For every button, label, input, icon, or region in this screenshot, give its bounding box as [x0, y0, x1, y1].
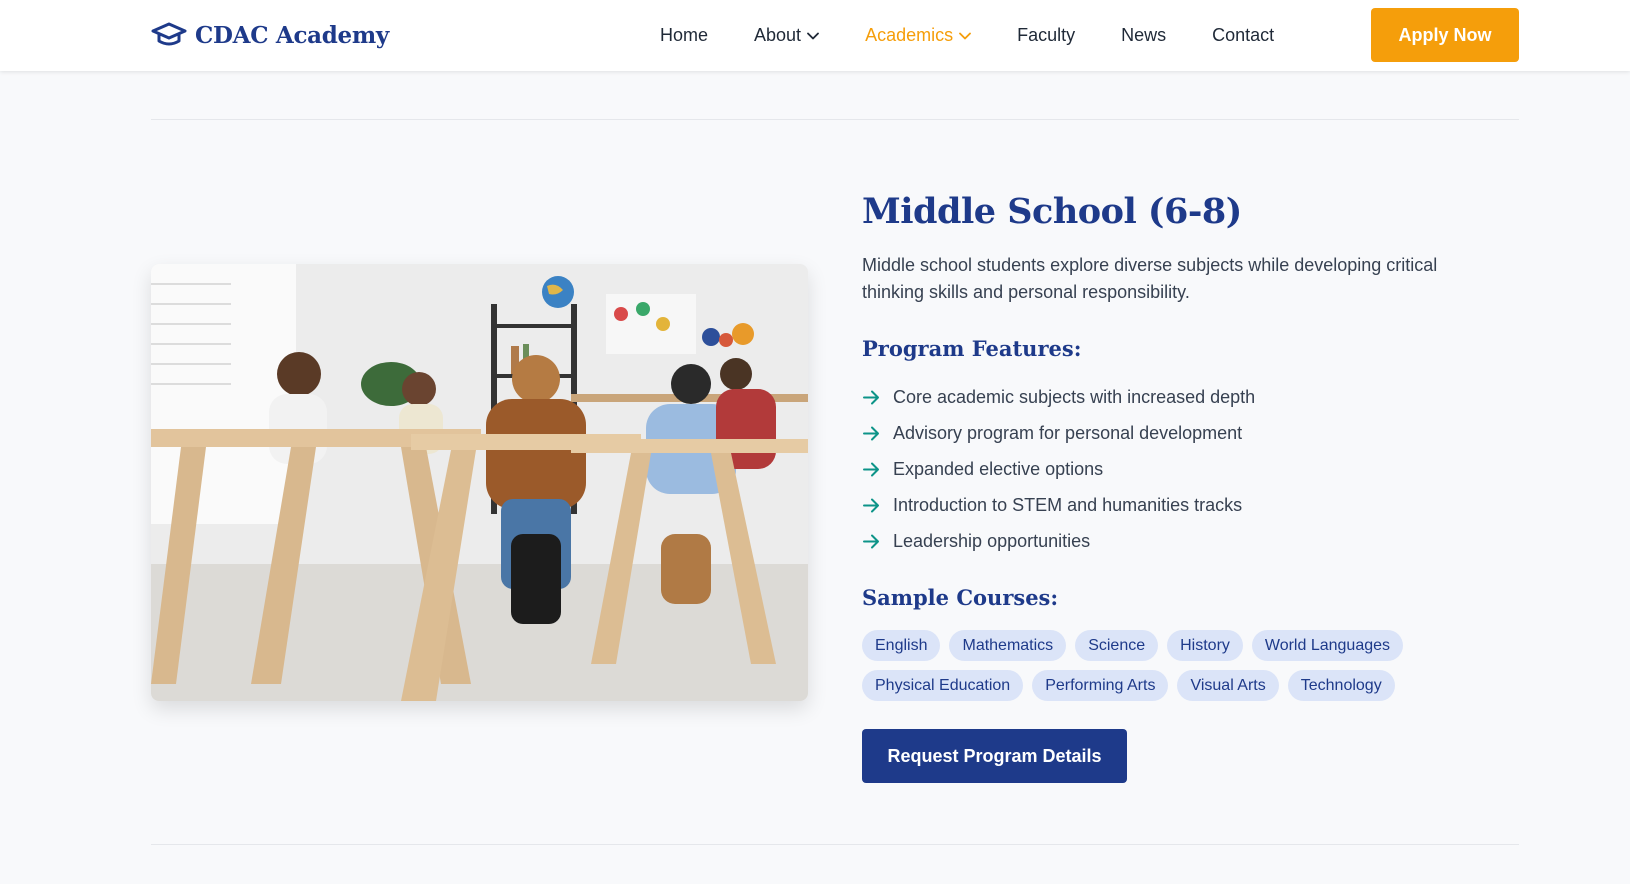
nav-link-label: About [754, 25, 802, 45]
feature-item: Leadership opportunities [862, 523, 1502, 559]
arrow-right-icon [863, 426, 879, 440]
top-divider [151, 119, 1519, 120]
bottom-divider [151, 844, 1519, 845]
nav-link-label: Academics [865, 25, 954, 45]
feature-item: Advisory program for personal developmen… [862, 415, 1502, 451]
course-chip[interactable]: Visual Arts [1177, 670, 1279, 701]
course-chips: English Mathematics Science History World La… [862, 630, 1462, 710]
feature-item: Core academic subjects with increased de… [862, 379, 1502, 415]
course-chip[interactable]: Science [1075, 630, 1159, 661]
course-chip[interactable]: English [862, 630, 941, 661]
course-chip[interactable]: Performing Arts [1032, 670, 1169, 701]
navbar: CDAC Academy Home About Academics Faculty Ne… [0, 0, 1630, 71]
brand-name: CDAC Academy [195, 21, 389, 49]
brand-logo[interactable]: CDAC Academy [151, 18, 389, 52]
main-nav: Home About Academics Faculty News Contact [660, 0, 1320, 71]
nav-link-label: Contact [1212, 25, 1275, 45]
nav-link-academics[interactable]: Academics [865, 25, 971, 46]
nav-link-contact[interactable]: Contact [1212, 25, 1274, 46]
nav-link-label: Faculty [1017, 25, 1076, 45]
nav-link-about[interactable]: About [754, 25, 819, 46]
arrow-right-icon [863, 498, 879, 512]
chevron-down-icon [959, 32, 971, 39]
arrow-right-icon [863, 390, 879, 404]
nav-link-label: News [1121, 25, 1167, 45]
feature-item: Introduction to STEM and humanities trac… [862, 487, 1502, 523]
arrow-right-icon [863, 534, 879, 548]
chevron-down-icon [807, 32, 819, 39]
graduation-cap-icon [151, 22, 187, 46]
classroom-photo [151, 264, 808, 701]
program-details: Middle School (6-8) Middle school studen… [862, 186, 1502, 783]
features-heading: Program Features: [862, 336, 1082, 361]
request-program-details-button[interactable]: Request Program Details [862, 729, 1127, 783]
nav-link-faculty[interactable]: Faculty [1017, 25, 1075, 46]
apply-now-button[interactable]: Apply Now [1371, 8, 1519, 62]
feature-item: Expanded elective options [862, 451, 1502, 487]
program-description: Middle school students explore diverse s… [862, 255, 1438, 302]
arrow-right-icon [863, 462, 879, 476]
course-chip[interactable]: Technology [1287, 670, 1395, 701]
nav-link-label: Home [660, 25, 709, 45]
features-list: Core academic subjects with increased de… [862, 379, 1502, 559]
course-chip[interactable]: Mathematics [949, 630, 1067, 661]
nav-link-home[interactable]: Home [660, 25, 708, 46]
course-chip[interactable]: History [1167, 630, 1243, 661]
feature-text: Leadership opportunities [893, 530, 1091, 551]
feature-text: Expanded elective options [893, 458, 1104, 479]
courses-heading: Sample Courses: [862, 585, 1059, 610]
feature-text: Core academic subjects with increased de… [893, 386, 1256, 407]
nav-link-news[interactable]: News [1121, 25, 1166, 46]
course-chip[interactable]: World Languages [1251, 630, 1404, 661]
feature-text: Advisory program for personal developmen… [893, 422, 1243, 443]
program-title: Middle School (6-8) [862, 191, 1242, 232]
feature-text: Introduction to STEM and humanities trac… [893, 494, 1243, 515]
course-chip[interactable]: Physical Education [862, 670, 1024, 701]
